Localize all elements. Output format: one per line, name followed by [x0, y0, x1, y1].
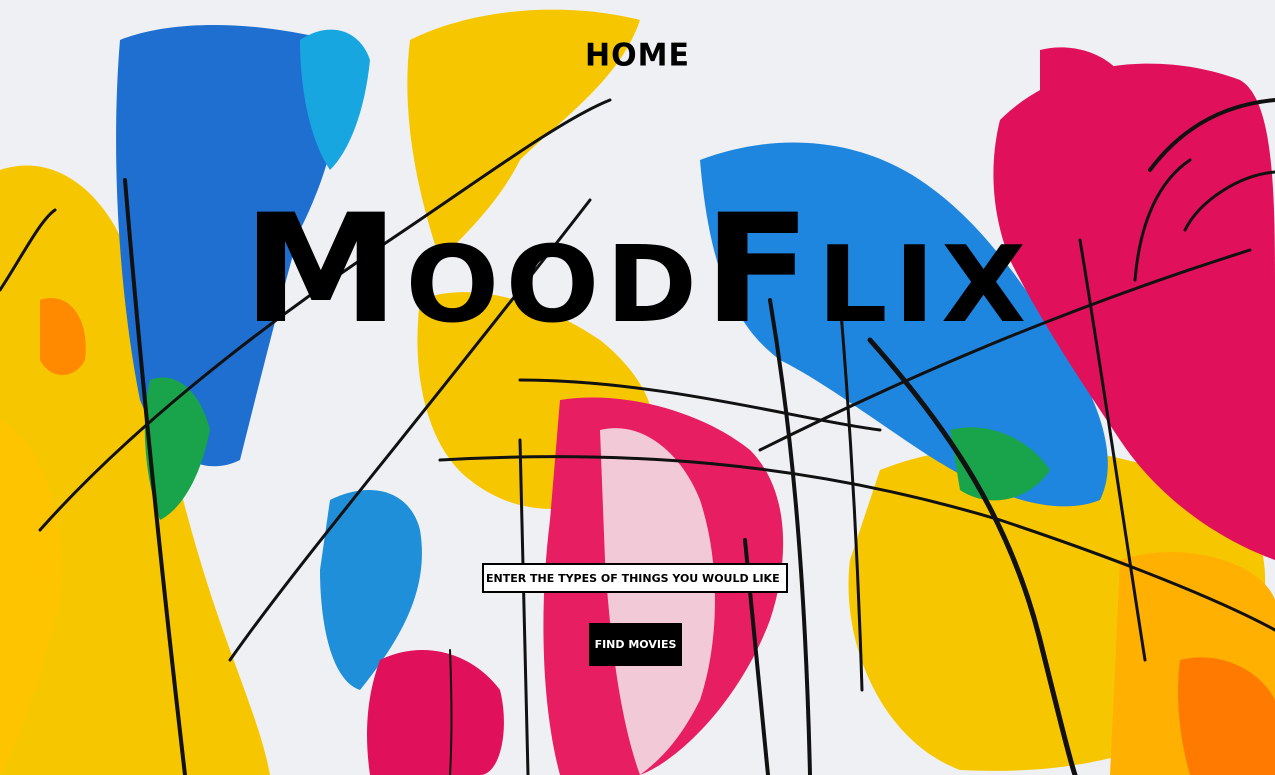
nav-home-link[interactable]: HOME	[585, 37, 690, 74]
mood-search-input[interactable]	[482, 563, 788, 593]
nav-home-link-wrapper: HOME	[0, 37, 1275, 74]
site-title: MoodFlix	[242, 183, 1033, 357]
find-movies-button[interactable]: FIND MOVIES	[589, 623, 682, 666]
